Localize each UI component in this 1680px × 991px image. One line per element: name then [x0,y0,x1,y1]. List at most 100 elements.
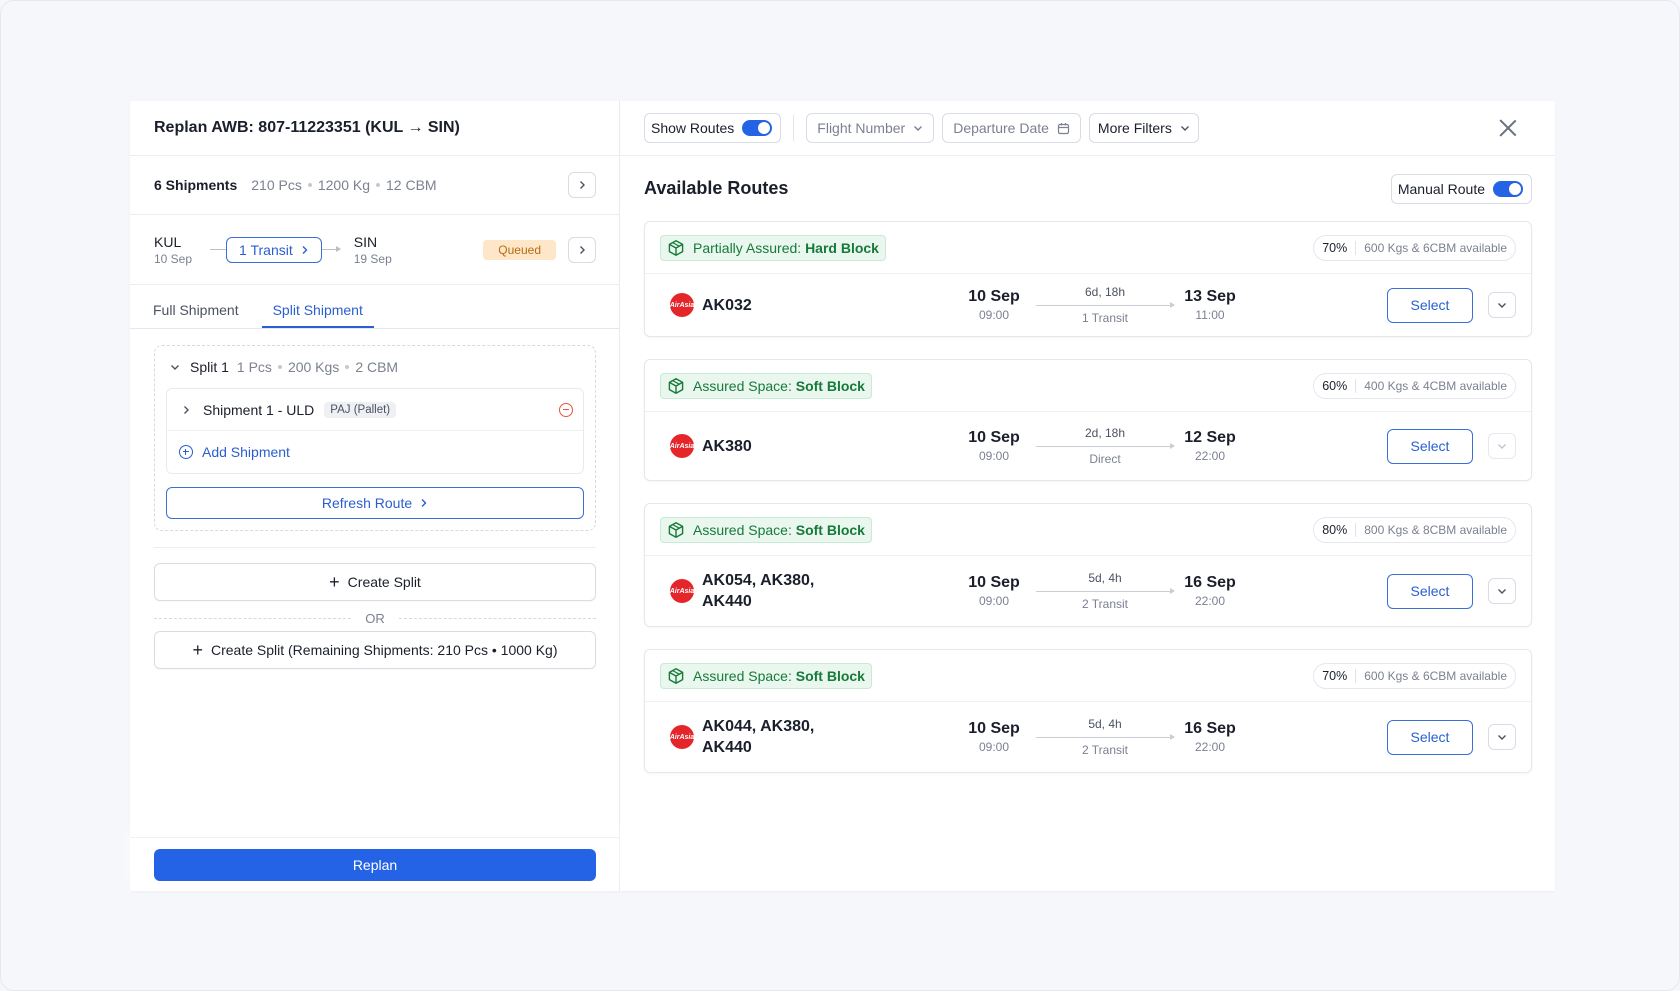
select-route-button[interactable]: Select [1387,287,1473,323]
plus-icon: + [192,640,203,660]
capacity-percent: 70% [1322,668,1357,683]
create-remaining-split-button[interactable]: + Create Split (Remaining Shipments: 210… [154,631,596,669]
manual-route-toggle[interactable]: Manual Route [1390,173,1532,204]
origin-airport: KUL 10 Sep [154,234,192,266]
arrival-date: 13 Sep [1184,288,1236,305]
route-expand-button[interactable] [1488,292,1516,318]
departure-time: 09:00 [978,740,1010,754]
duration: 5d, 4h 2 Transit [1036,717,1175,757]
dot-separator [345,365,350,369]
badge-prefix: Partially Assured: [693,239,802,256]
toggle-switch[interactable] [1493,180,1523,197]
duration-text: 5d, 4h [1088,717,1122,731]
badge-type: Soft Block [795,667,865,684]
shipment-summary: 6 Shipments 210 Pcs 1200 Kg 12 CBM [130,156,619,215]
page-title: Replan AWB: 807-11223351 (KUL → SIN) [130,101,619,156]
refresh-route-button[interactable]: Refresh Route [166,487,584,519]
badge-prefix: Assured Space: [693,377,792,394]
route-card: Assured Space: Soft Block 70% 600 Kgs & … [644,649,1532,773]
tab-full-shipment[interactable]: Full Shipment [142,302,250,328]
capacity-available: 600 Kgs & 6CBM available [1364,240,1507,255]
select-route-button[interactable]: Select [1387,428,1473,464]
airline-logo: AirAsia [670,434,694,458]
route-card-body: AirAsia AK054, AK380, AK440 10 Sep 09:00… [645,556,1531,626]
flight-number-label: Flight Number [817,120,906,136]
flight-number-filter[interactable]: Flight Number [806,113,935,143]
capacity-available: 600 Kgs & 6CBM available [1364,668,1507,683]
dot-separator [277,365,282,369]
shipments-expand-button[interactable] [568,172,596,198]
badge-prefix: Assured Space: [693,521,792,538]
duration: 6d, 18h 1 Transit [1036,285,1175,325]
departure-date-label: Departure Date [953,120,1049,136]
split-cbm: 2 CBM [355,359,399,375]
calendar-icon [1057,122,1070,134]
split-header[interactable]: Split 1 1 Pcs 200 Kgs 2 CBM [166,356,584,378]
summary-cbm: 12 CBM [386,177,437,193]
departure-date: 10 Sep [968,720,1020,737]
tab-split-shipment[interactable]: Split Shipment [261,302,374,328]
chevron-down-icon [171,365,179,370]
chevron-right-icon [421,499,427,507]
route-card-body: AirAsia AK044, AK380, AK440 10 Sep 09:00… [645,702,1531,772]
duration-text: 5d, 4h [1088,571,1122,585]
status-badge: Queued [483,239,556,260]
create-split-button[interactable]: + Create Split [154,563,596,601]
chevron-down-icon [1498,589,1506,594]
list-item[interactable]: Shipment 1 - ULD PAJ (Pallet) [167,389,583,431]
chevron-right-icon [580,245,585,254]
add-shipment-button[interactable]: Add Shipment [167,431,583,473]
transit-button[interactable]: 1 Transit [226,236,322,263]
route-expand-button[interactable] [1488,433,1516,459]
select-label: Select [1410,297,1450,313]
flight-numbers: AK054, AK380, AK440 [702,570,942,612]
more-filters-button[interactable]: More Filters [1088,113,1199,143]
panel-footer: Replan [130,837,619,891]
stops-text: Direct [1089,452,1121,466]
duration-text: 2d, 18h [1084,426,1126,440]
departure-time: 09:00 [978,594,1010,608]
airline-logo: AirAsia [670,725,694,749]
replan-modal: Replan AWB: 807-11223351 (KUL → SIN) 6 S… [130,101,1555,891]
departure: 10 Sep 09:00 [964,288,1024,322]
route-card-header: Assured Space: Soft Block 70% 600 Kgs & … [645,650,1531,702]
remove-circle-icon[interactable] [559,402,573,417]
route-expand-button[interactable] [1488,724,1516,750]
split-pcs: 1 Pcs [236,359,272,375]
route-card: Assured Space: Soft Block 60% 400 Kgs & … [644,359,1532,481]
departure-date: 10 Sep [968,574,1020,591]
origin-date: 10 Sep [154,251,193,266]
capacity-percent: 80% [1322,522,1357,537]
assurance-badge: Assured Space: Soft Block [660,516,872,543]
route-card-header: Assured Space: Soft Block 60% 400 Kgs & … [645,360,1531,412]
divider [154,547,596,548]
duration-arrow [1036,443,1175,449]
stops-text: 2 Transit [1081,743,1129,757]
replan-button[interactable]: Replan [154,848,596,881]
departure: 10 Sep 09:00 [964,429,1024,463]
close-icon[interactable] [1499,119,1517,137]
show-routes-toggle[interactable]: Show Routes [644,113,782,143]
toggle-switch[interactable] [742,120,773,136]
duration-arrow [1036,734,1175,740]
toolbar-separator [793,115,795,141]
dot-separator [376,183,381,187]
arrival: 13 Sep 11:00 [1180,288,1240,322]
chevron-down-icon [1498,444,1506,449]
flight-numbers-line1: AK032 [702,296,752,314]
departure-date-filter[interactable]: Departure Date [942,113,1081,143]
chevron-down-icon [1498,303,1506,308]
capacity-pill: 60% 400 Kgs & 4CBM available [1313,372,1516,399]
route-expand-button[interactable] [568,236,596,263]
route-card: Assured Space: Soft Block 80% 800 Kgs & … [644,503,1532,627]
route-expand-button[interactable] [1488,578,1516,604]
plus-circle-icon [179,445,193,459]
show-routes-label: Show Routes [651,120,735,136]
select-route-button[interactable]: Select [1387,719,1473,755]
route-card: Partially Assured: Hard Block 70% 600 Kg… [644,221,1532,337]
select-route-button[interactable]: Select [1387,573,1473,609]
routes-panel: Show Routes Flight Number Departure Date… [620,101,1555,891]
connector-line [210,249,227,250]
duration-arrow [1036,302,1175,308]
flight-numbers: AK380 [702,436,942,457]
